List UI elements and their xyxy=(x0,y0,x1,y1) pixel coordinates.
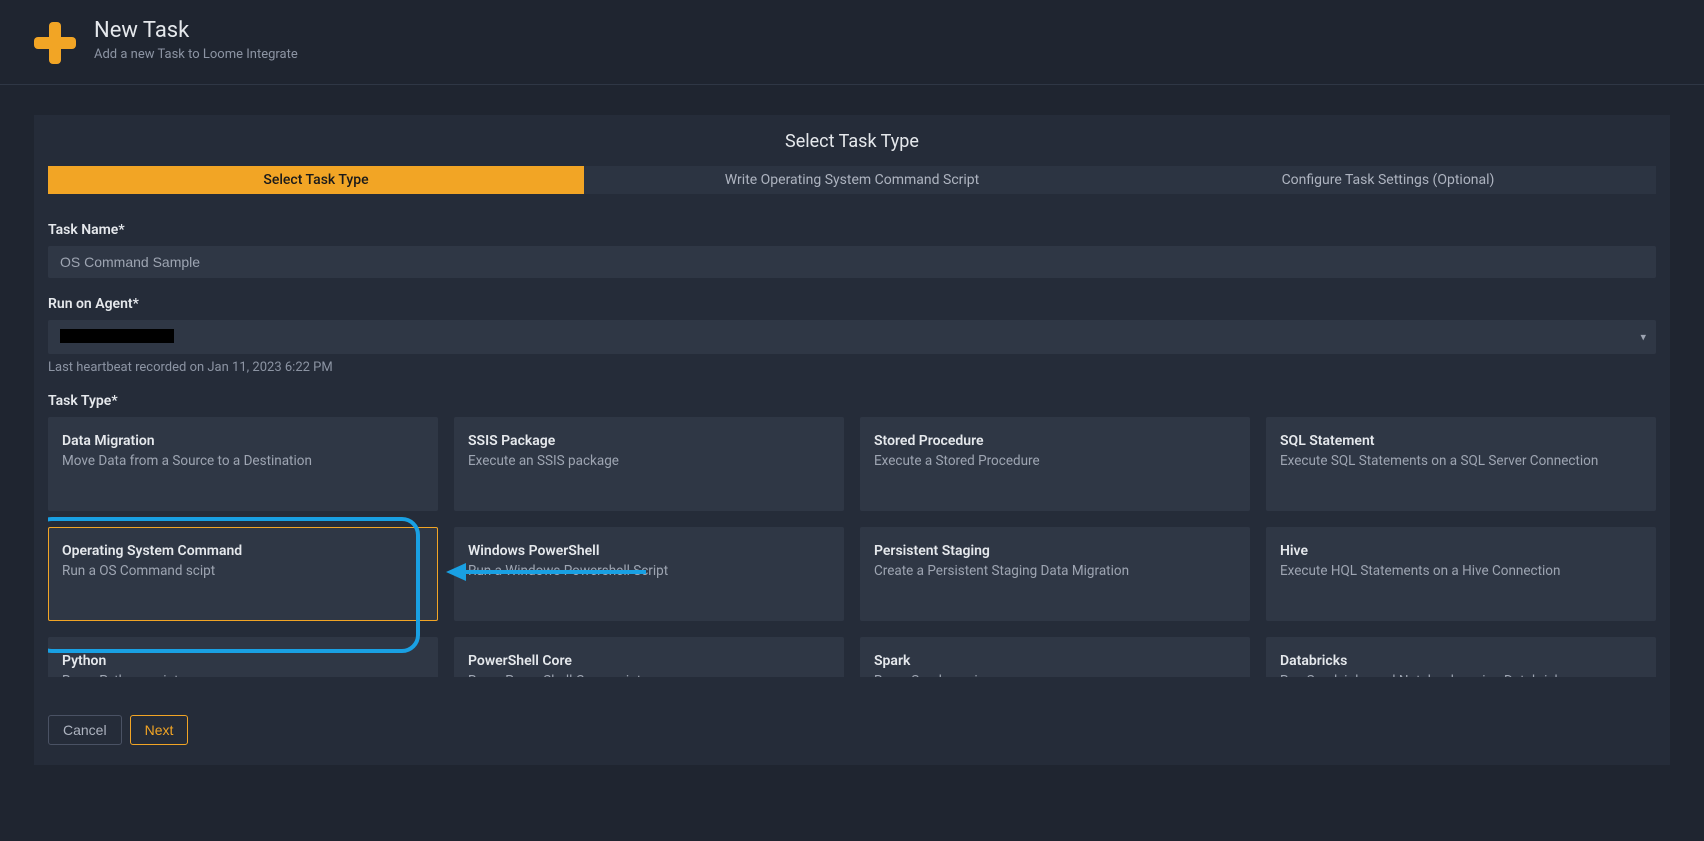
plus-icon xyxy=(34,22,76,64)
agent-group: Run on Agent* ▾ Last heartbeat recorded … xyxy=(48,296,1656,375)
task-type-label: Task Type* xyxy=(48,393,1656,409)
task-type-card-data-migration[interactable]: Data Migration Move Data from a Source t… xyxy=(48,417,438,511)
card-title: Spark xyxy=(874,653,1236,669)
task-type-card-os-command[interactable]: Operating System Command Run a OS Comman… xyxy=(48,527,438,621)
card-desc: Create a Persistent Staging Data Migrati… xyxy=(874,563,1236,579)
card-desc: Run a Python script xyxy=(62,673,424,677)
task-type-card-hive[interactable]: Hive Execute HQL Statements on a Hive Co… xyxy=(1266,527,1656,621)
task-type-card-powershell-core[interactable]: PowerShell Core Run a PowerShell Core sc… xyxy=(454,637,844,677)
card-title: SSIS Package xyxy=(468,433,830,449)
card-title: Databricks xyxy=(1280,653,1642,669)
task-type-group: Task Type* Data Migration Move Data from… xyxy=(48,393,1656,677)
wizard-tabs: Select Task Type Write Operating System … xyxy=(34,166,1670,194)
tab-configure-settings[interactable]: Configure Task Settings (Optional) xyxy=(1120,166,1656,194)
card-title: Python xyxy=(62,653,424,669)
card-desc: Run a OS Command scipt xyxy=(62,563,424,579)
card-desc: Execute an SSIS package xyxy=(468,453,830,469)
task-type-card-persistent-staging[interactable]: Persistent Staging Create a Persistent S… xyxy=(860,527,1250,621)
footer-buttons: Cancel Next xyxy=(34,685,1670,745)
agent-label: Run on Agent* xyxy=(48,296,1656,312)
form-area: Task Name* Run on Agent* ▾ Last heartbea… xyxy=(34,194,1670,677)
card-desc: Move Data from a Source to a Destination xyxy=(62,453,424,469)
card-title: SQL Statement xyxy=(1280,433,1642,449)
tab-write-script[interactable]: Write Operating System Command Script xyxy=(584,166,1120,194)
card-desc: Run a Windows Powershell Script xyxy=(468,563,830,579)
panel-title: Select Task Type xyxy=(34,115,1670,166)
agent-value-redacted xyxy=(60,329,174,343)
main-panel: Select Task Type Select Task Type Write … xyxy=(34,115,1670,765)
task-name-input[interactable] xyxy=(48,246,1656,278)
card-title: Operating System Command xyxy=(62,543,424,559)
next-button[interactable]: Next xyxy=(130,715,189,745)
card-title: Data Migration xyxy=(62,433,424,449)
task-type-card-sql-statement[interactable]: SQL Statement Execute SQL Statements on … xyxy=(1266,417,1656,511)
agent-select[interactable] xyxy=(48,320,1656,354)
card-desc: Execute SQL Statements on a SQL Server C… xyxy=(1280,453,1642,469)
task-type-card-powershell[interactable]: Windows PowerShell Run a Windows Powersh… xyxy=(454,527,844,621)
card-title: Stored Procedure xyxy=(874,433,1236,449)
page-subtitle: Add a new Task to Loome Integrate xyxy=(94,47,298,62)
card-desc: Execute HQL Statements on a Hive Connect… xyxy=(1280,563,1642,579)
task-type-scroll[interactable]: Data Migration Move Data from a Source t… xyxy=(48,417,1656,677)
cancel-button[interactable]: Cancel xyxy=(48,715,122,745)
card-title: Persistent Staging xyxy=(874,543,1236,559)
task-type-card-stored-procedure[interactable]: Stored Procedure Execute a Stored Proced… xyxy=(860,417,1250,511)
card-desc: Run a Spark service xyxy=(874,673,1236,677)
task-type-card-python[interactable]: Python Run a Python script xyxy=(48,637,438,677)
task-type-card-spark[interactable]: Spark Run a Spark service xyxy=(860,637,1250,677)
page-title: New Task xyxy=(94,18,298,43)
agent-heartbeat-helper: Last heartbeat recorded on Jan 11, 2023 … xyxy=(48,360,1656,375)
tab-select-task-type[interactable]: Select Task Type xyxy=(48,166,584,194)
card-desc: Run a PowerShell Core script xyxy=(468,673,830,677)
task-type-card-databricks[interactable]: Databricks Run Spark jobs and Notebooks … xyxy=(1266,637,1656,677)
task-name-label: Task Name* xyxy=(48,222,1656,238)
card-desc: Execute a Stored Procedure xyxy=(874,453,1236,469)
card-title: PowerShell Core xyxy=(468,653,830,669)
card-title: Hive xyxy=(1280,543,1642,559)
card-title: Windows PowerShell xyxy=(468,543,830,559)
page-header: New Task Add a new Task to Loome Integra… xyxy=(0,0,1704,85)
task-name-group: Task Name* xyxy=(48,222,1656,278)
card-desc: Run Spark jobs and Notebooks using Datab… xyxy=(1280,673,1642,677)
task-type-card-ssis[interactable]: SSIS Package Execute an SSIS package xyxy=(454,417,844,511)
